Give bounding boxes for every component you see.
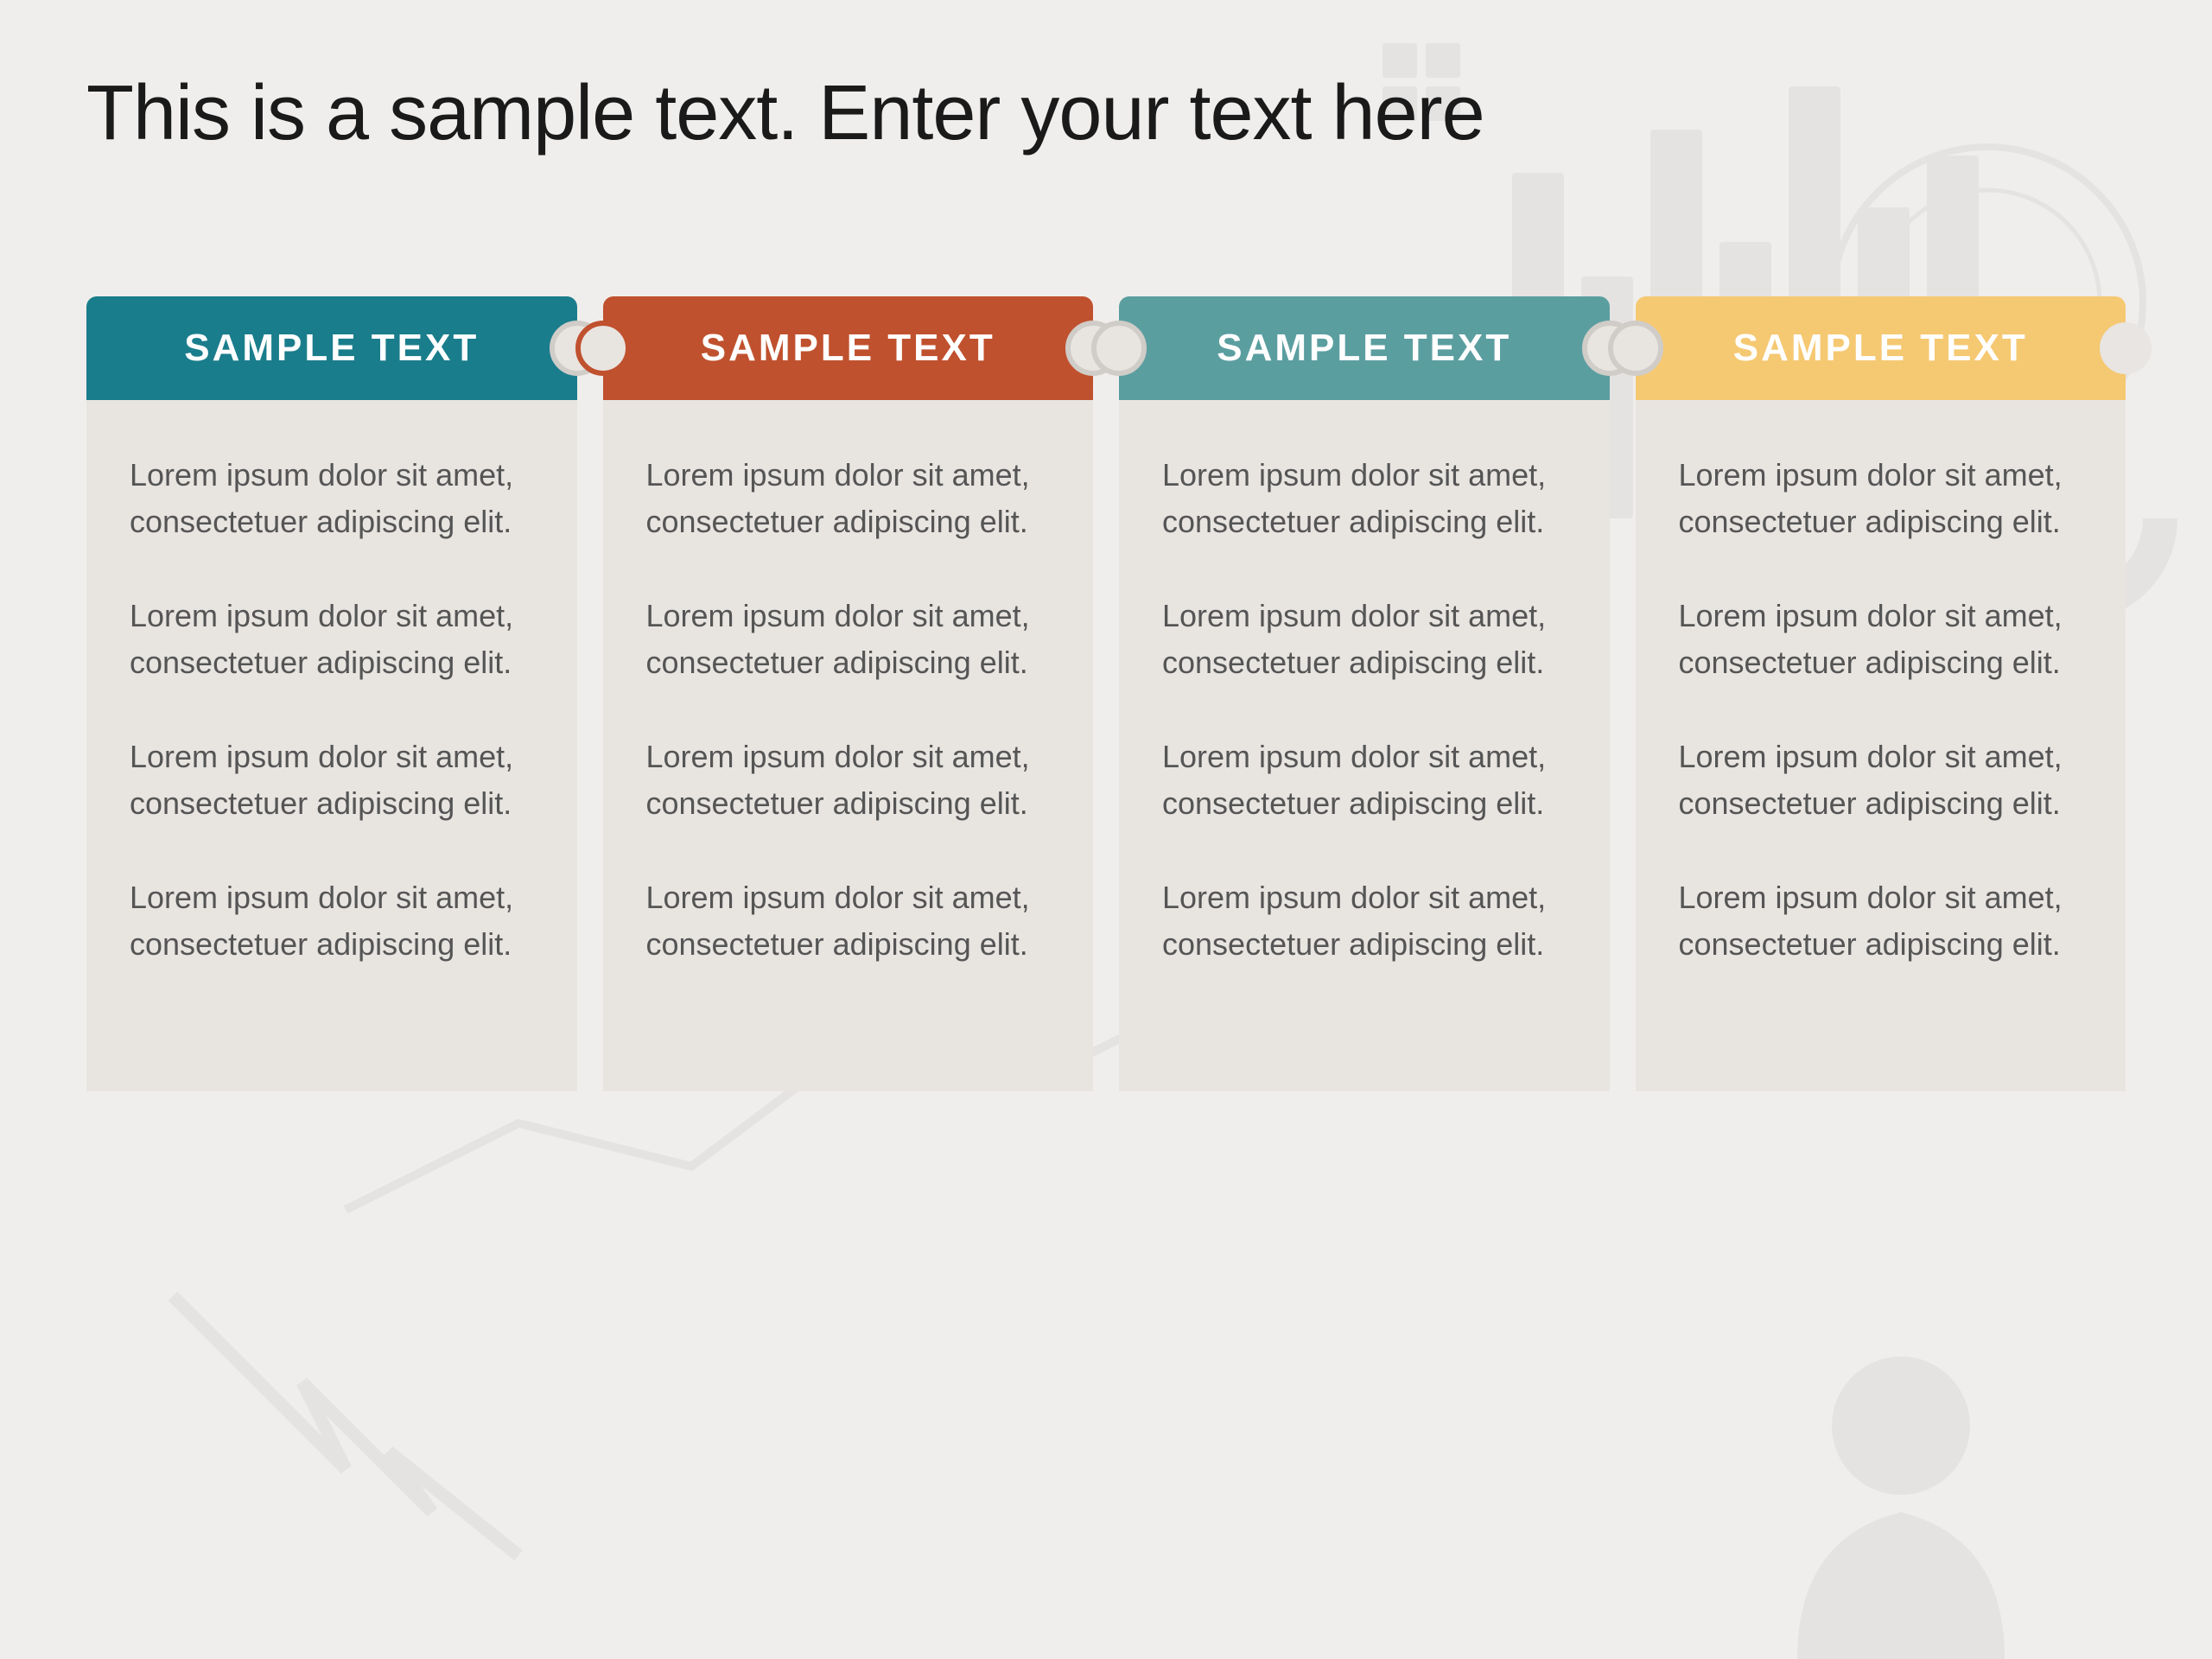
- column-1-para-4: Lorem ipsum dolor sit amet, consectetuer…: [130, 874, 534, 968]
- column-2-para-1: Lorem ipsum dolor sit amet, consectetuer…: [646, 452, 1051, 545]
- column-4-para-2: Lorem ipsum dolor sit amet, consectetuer…: [1679, 593, 2083, 686]
- column-4-header: SAMPLE TEXT: [1636, 296, 2126, 400]
- column-2-body: Lorem ipsum dolor sit amet, consectetuer…: [603, 400, 1094, 1091]
- column-2-para-2: Lorem ipsum dolor sit amet, consectetuer…: [646, 593, 1051, 686]
- column-4-body: Lorem ipsum dolor sit amet, consectetuer…: [1636, 400, 2126, 1091]
- column-3-header-text: SAMPLE TEXT: [1217, 327, 1511, 370]
- column-4: SAMPLE TEXT Lorem ipsum dolor sit amet, …: [1636, 296, 2126, 1091]
- columns-container: SAMPLE TEXT Lorem ipsum dolor sit amet, …: [86, 296, 2126, 1091]
- column-2-header: SAMPLE TEXT: [603, 296, 1094, 400]
- column-2-header-text: SAMPLE TEXT: [701, 327, 995, 370]
- column-3-para-1: Lorem ipsum dolor sit amet, consectetuer…: [1162, 452, 1567, 545]
- column-3-para-2: Lorem ipsum dolor sit amet, consectetuer…: [1162, 593, 1567, 686]
- column-4-header-text: SAMPLE TEXT: [1733, 327, 2028, 370]
- column-3-para-4: Lorem ipsum dolor sit amet, consectetuer…: [1162, 874, 1567, 968]
- column-4-para-3: Lorem ipsum dolor sit amet, consectetuer…: [1679, 734, 2083, 827]
- content-wrapper: This is a sample text. Enter your text h…: [0, 0, 2212, 1160]
- column-3: SAMPLE TEXT Lorem ipsum dolor sit amet, …: [1119, 296, 1610, 1091]
- column-1: SAMPLE TEXT Lorem ipsum dolor sit amet, …: [86, 296, 577, 1091]
- column-3-header: SAMPLE TEXT: [1119, 296, 1610, 400]
- column-1-header: SAMPLE TEXT: [86, 296, 577, 400]
- column-1-para-1: Lorem ipsum dolor sit amet, consectetuer…: [130, 452, 534, 545]
- column-1-para-2: Lorem ipsum dolor sit amet, consectetuer…: [130, 593, 534, 686]
- column-2: SAMPLE TEXT Lorem ipsum dolor sit amet, …: [603, 296, 1094, 1091]
- column-1-body: Lorem ipsum dolor sit amet, consectetuer…: [86, 400, 577, 1091]
- column-4-para-1: Lorem ipsum dolor sit amet, consectetuer…: [1679, 452, 2083, 545]
- column-3-body: Lorem ipsum dolor sit amet, consectetuer…: [1119, 400, 1610, 1091]
- column-1-header-text: SAMPLE TEXT: [184, 327, 479, 370]
- column-2-para-4: Lorem ipsum dolor sit amet, consectetuer…: [646, 874, 1051, 968]
- column-1-para-3: Lorem ipsum dolor sit amet, consectetuer…: [130, 734, 534, 827]
- column-3-para-3: Lorem ipsum dolor sit amet, consectetuer…: [1162, 734, 1567, 827]
- column-2-para-3: Lorem ipsum dolor sit amet, consectetuer…: [646, 734, 1051, 827]
- column-4-para-4: Lorem ipsum dolor sit amet, consectetuer…: [1679, 874, 2083, 968]
- page-title: This is a sample text. Enter your text h…: [86, 69, 2126, 158]
